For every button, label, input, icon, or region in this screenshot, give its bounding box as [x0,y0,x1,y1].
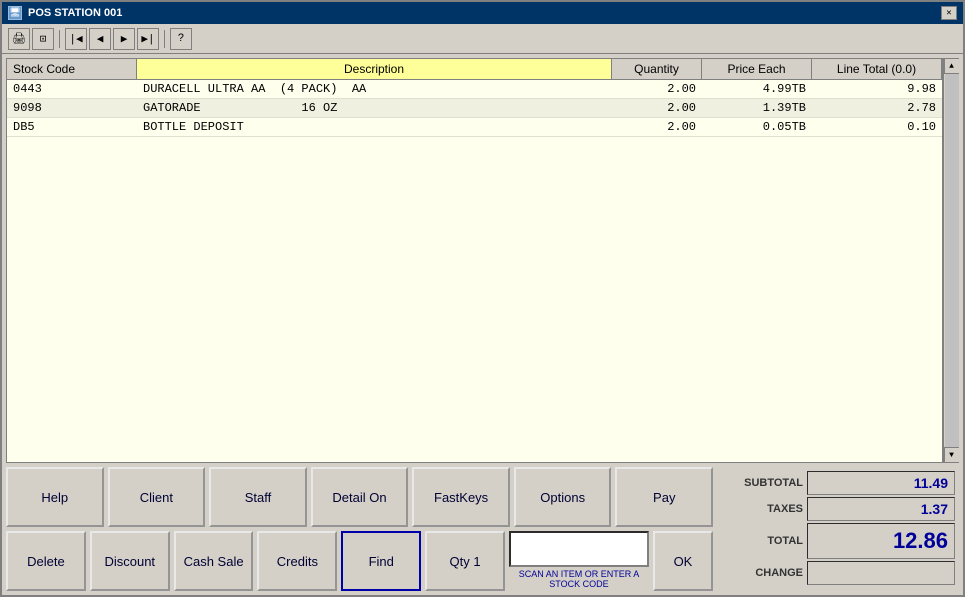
title-bar: 🖥 POS STATION 001 ✕ [2,2,963,24]
main-window: 🖥 POS STATION 001 ✕ 🖨 ⊡ |◀ ◀ ▶ ▶| ? Stoc… [0,0,965,597]
toolbar-separator-2 [164,30,165,48]
help-button[interactable]: ? [170,28,192,50]
taxes-label: TAXES [723,503,803,515]
grid-area: Stock Code Description Quantity Price Ea… [6,58,959,463]
total-label: TOTAL [723,535,803,547]
col-header-price-each: Price Each [702,59,812,79]
nav-first-button[interactable]: |◀ [65,28,87,50]
cell-line-total: 0.10 [812,118,942,136]
staff-button[interactable]: Staff [209,467,307,527]
cell-quantity: 2.00 [612,118,702,136]
taxes-value: 1.37 [807,497,955,521]
button-row-2: Delete Discount Cash Sale Credits Find Q… [6,531,713,591]
col-header-quantity: Quantity [612,59,702,79]
table-row[interactable]: 0443 DURACELL ULTRA AA (4 PACK) AA 2.00 … [7,80,942,99]
table-row[interactable]: 9098 GATORADE 16 OZ 2.00 1.39TB 2.78 [7,99,942,118]
grid-body: 0443 DURACELL ULTRA AA (4 PACK) AA 2.00 … [7,80,942,462]
cell-description: DURACELL ULTRA AA (4 PACK) AA [137,80,612,98]
cell-stock-code: 0443 [7,80,137,98]
change-row: CHANGE [723,561,955,585]
table-row[interactable]: DB5 BOTTLE DEPOSIT 2.00 0.05TB 0.10 [7,118,942,137]
scan-label: SCAN AN ITEM OR ENTER A STOCK CODE [509,569,649,589]
button-row-1: Help Client Staff Detail On FastKeys Opt… [6,467,713,527]
cell-line-total: 9.98 [812,80,942,98]
detail-on-button[interactable]: Detail On [311,467,409,527]
window-title: POS STATION 001 [28,7,122,19]
vertical-scrollbar[interactable]: ▲ ▼ [943,58,959,463]
title-bar-left: 🖥 POS STATION 001 [8,6,122,20]
find-button[interactable]: Find [341,531,421,591]
cell-stock-code: DB5 [7,118,137,136]
scroll-down-arrow[interactable]: ▼ [944,447,960,463]
subtotal-value: 11.49 [807,471,955,495]
cell-price-each: 4.99TB [702,80,812,98]
col-header-stock-code: Stock Code [7,59,137,79]
totals-area: SUBTOTAL 11.49 TAXES 1.37 TOTAL 12.86 CH… [719,467,959,591]
copy-icon[interactable]: ⊡ [32,28,54,50]
buttons-area: Help Client Staff Detail On FastKeys Opt… [6,467,713,591]
cell-quantity: 2.00 [612,99,702,117]
col-header-description: Description [137,59,612,79]
cell-stock-code: 9098 [7,99,137,117]
scan-input-area: SCAN AN ITEM OR ENTER A STOCK CODE [509,531,649,591]
grid-header: Stock Code Description Quantity Price Ea… [7,59,942,80]
scroll-up-arrow[interactable]: ▲ [944,58,960,74]
printer-icon[interactable]: 🖨 [8,28,30,50]
total-row: TOTAL 12.86 [723,523,955,559]
cell-description: GATORADE 16 OZ [137,99,612,117]
nav-prev-button[interactable]: ◀ [89,28,111,50]
subtotal-label: SUBTOTAL [723,477,803,489]
bottom-area: Help Client Staff Detail On FastKeys Opt… [6,467,959,591]
nav-next-button[interactable]: ▶ [113,28,135,50]
col-header-line-total: Line Total (0.0) [812,59,942,79]
grid-container: Stock Code Description Quantity Price Ea… [6,58,943,463]
delete-button[interactable]: Delete [6,531,86,591]
client-button[interactable]: Client [108,467,206,527]
cell-line-total: 2.78 [812,99,942,117]
change-label: CHANGE [723,567,803,579]
total-value: 12.86 [807,523,955,559]
change-value [807,561,955,585]
qty1-button[interactable]: Qty 1 [425,531,505,591]
cash-sale-button[interactable]: Cash Sale [174,531,254,591]
cell-quantity: 2.00 [612,80,702,98]
options-button[interactable]: Options [514,467,612,527]
toolbar: 🖨 ⊡ |◀ ◀ ▶ ▶| ? [2,24,963,54]
cell-description: BOTTLE DEPOSIT [137,118,612,136]
title-controls: ✕ [941,6,957,20]
scan-input[interactable] [509,531,649,567]
nav-last-button[interactable]: ▶| [137,28,159,50]
toolbar-separator-1 [59,30,60,48]
taxes-row: TAXES 1.37 [723,497,955,521]
app-icon: 🖥 [8,6,22,20]
scroll-track[interactable] [945,74,959,447]
ok-button[interactable]: OK [653,531,713,591]
pay-button[interactable]: Pay [615,467,713,527]
cell-price-each: 1.39TB [702,99,812,117]
help-button[interactable]: Help [6,467,104,527]
main-content: Stock Code Description Quantity Price Ea… [2,54,963,595]
close-button[interactable]: ✕ [941,6,957,20]
credits-button[interactable]: Credits [257,531,337,591]
subtotal-row: SUBTOTAL 11.49 [723,471,955,495]
fastkeys-button[interactable]: FastKeys [412,467,510,527]
discount-button[interactable]: Discount [90,531,170,591]
cell-price-each: 0.05TB [702,118,812,136]
